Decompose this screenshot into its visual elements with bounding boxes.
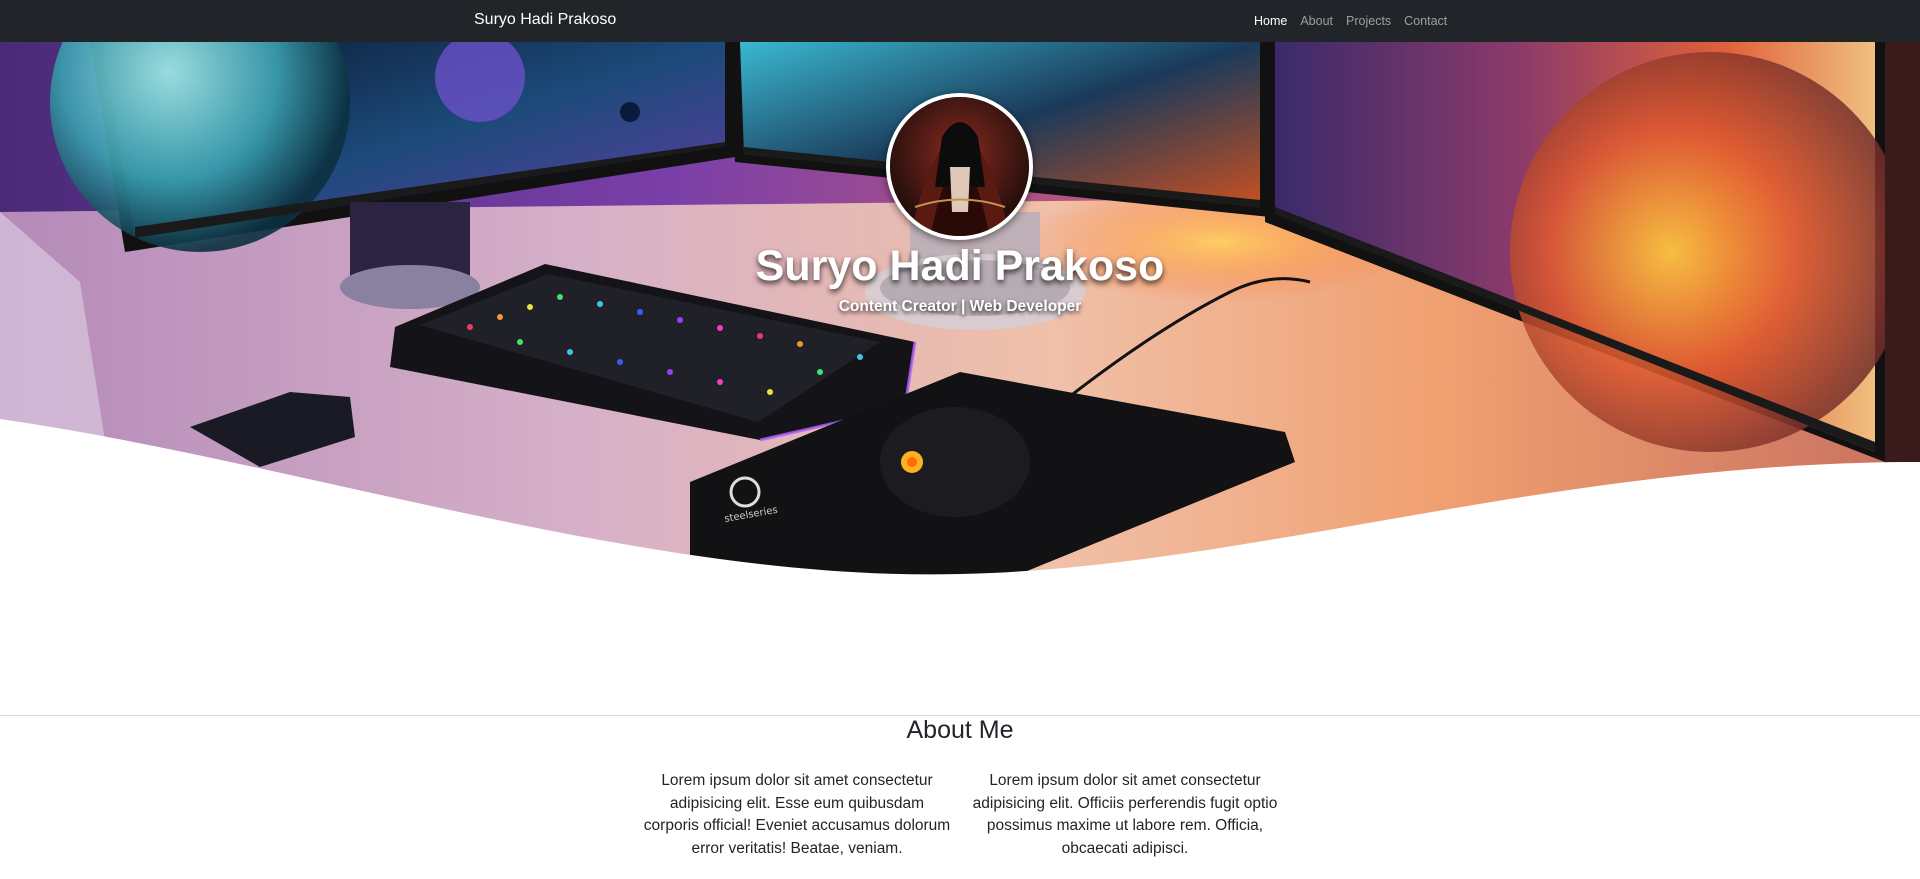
avatar-artwork: [890, 97, 1029, 236]
nav-links: Home About Projects Contact: [1254, 14, 1447, 28]
about-paragraph-right: Lorem ipsum dolor sit amet consectetur a…: [972, 772, 1278, 857]
nav-link-about[interactable]: About: [1300, 14, 1333, 28]
about-title: About Me: [906, 716, 1014, 744]
navbar-brand[interactable]: Suryo Hadi Prakoso: [474, 11, 616, 29]
about-paragraph-left: Lorem ipsum dolor sit amet consectetur a…: [643, 772, 951, 857]
navbar: Suryo Hadi Prakoso Home About Projects C…: [0, 0, 1920, 42]
hero-section: steelseries Suryo Hadi Prakoso Content C…: [0, 42, 1920, 578]
nav-link-projects[interactable]: Projects: [1346, 14, 1391, 28]
hero-subtitle: Content Creator | Web Developer: [838, 298, 1082, 315]
nav-link-home[interactable]: Home: [1254, 14, 1287, 28]
profile-avatar: [886, 93, 1033, 240]
hero-title: Suryo Hadi Prakoso: [755, 242, 1165, 290]
nav-link-contact[interactable]: Contact: [1404, 14, 1447, 28]
